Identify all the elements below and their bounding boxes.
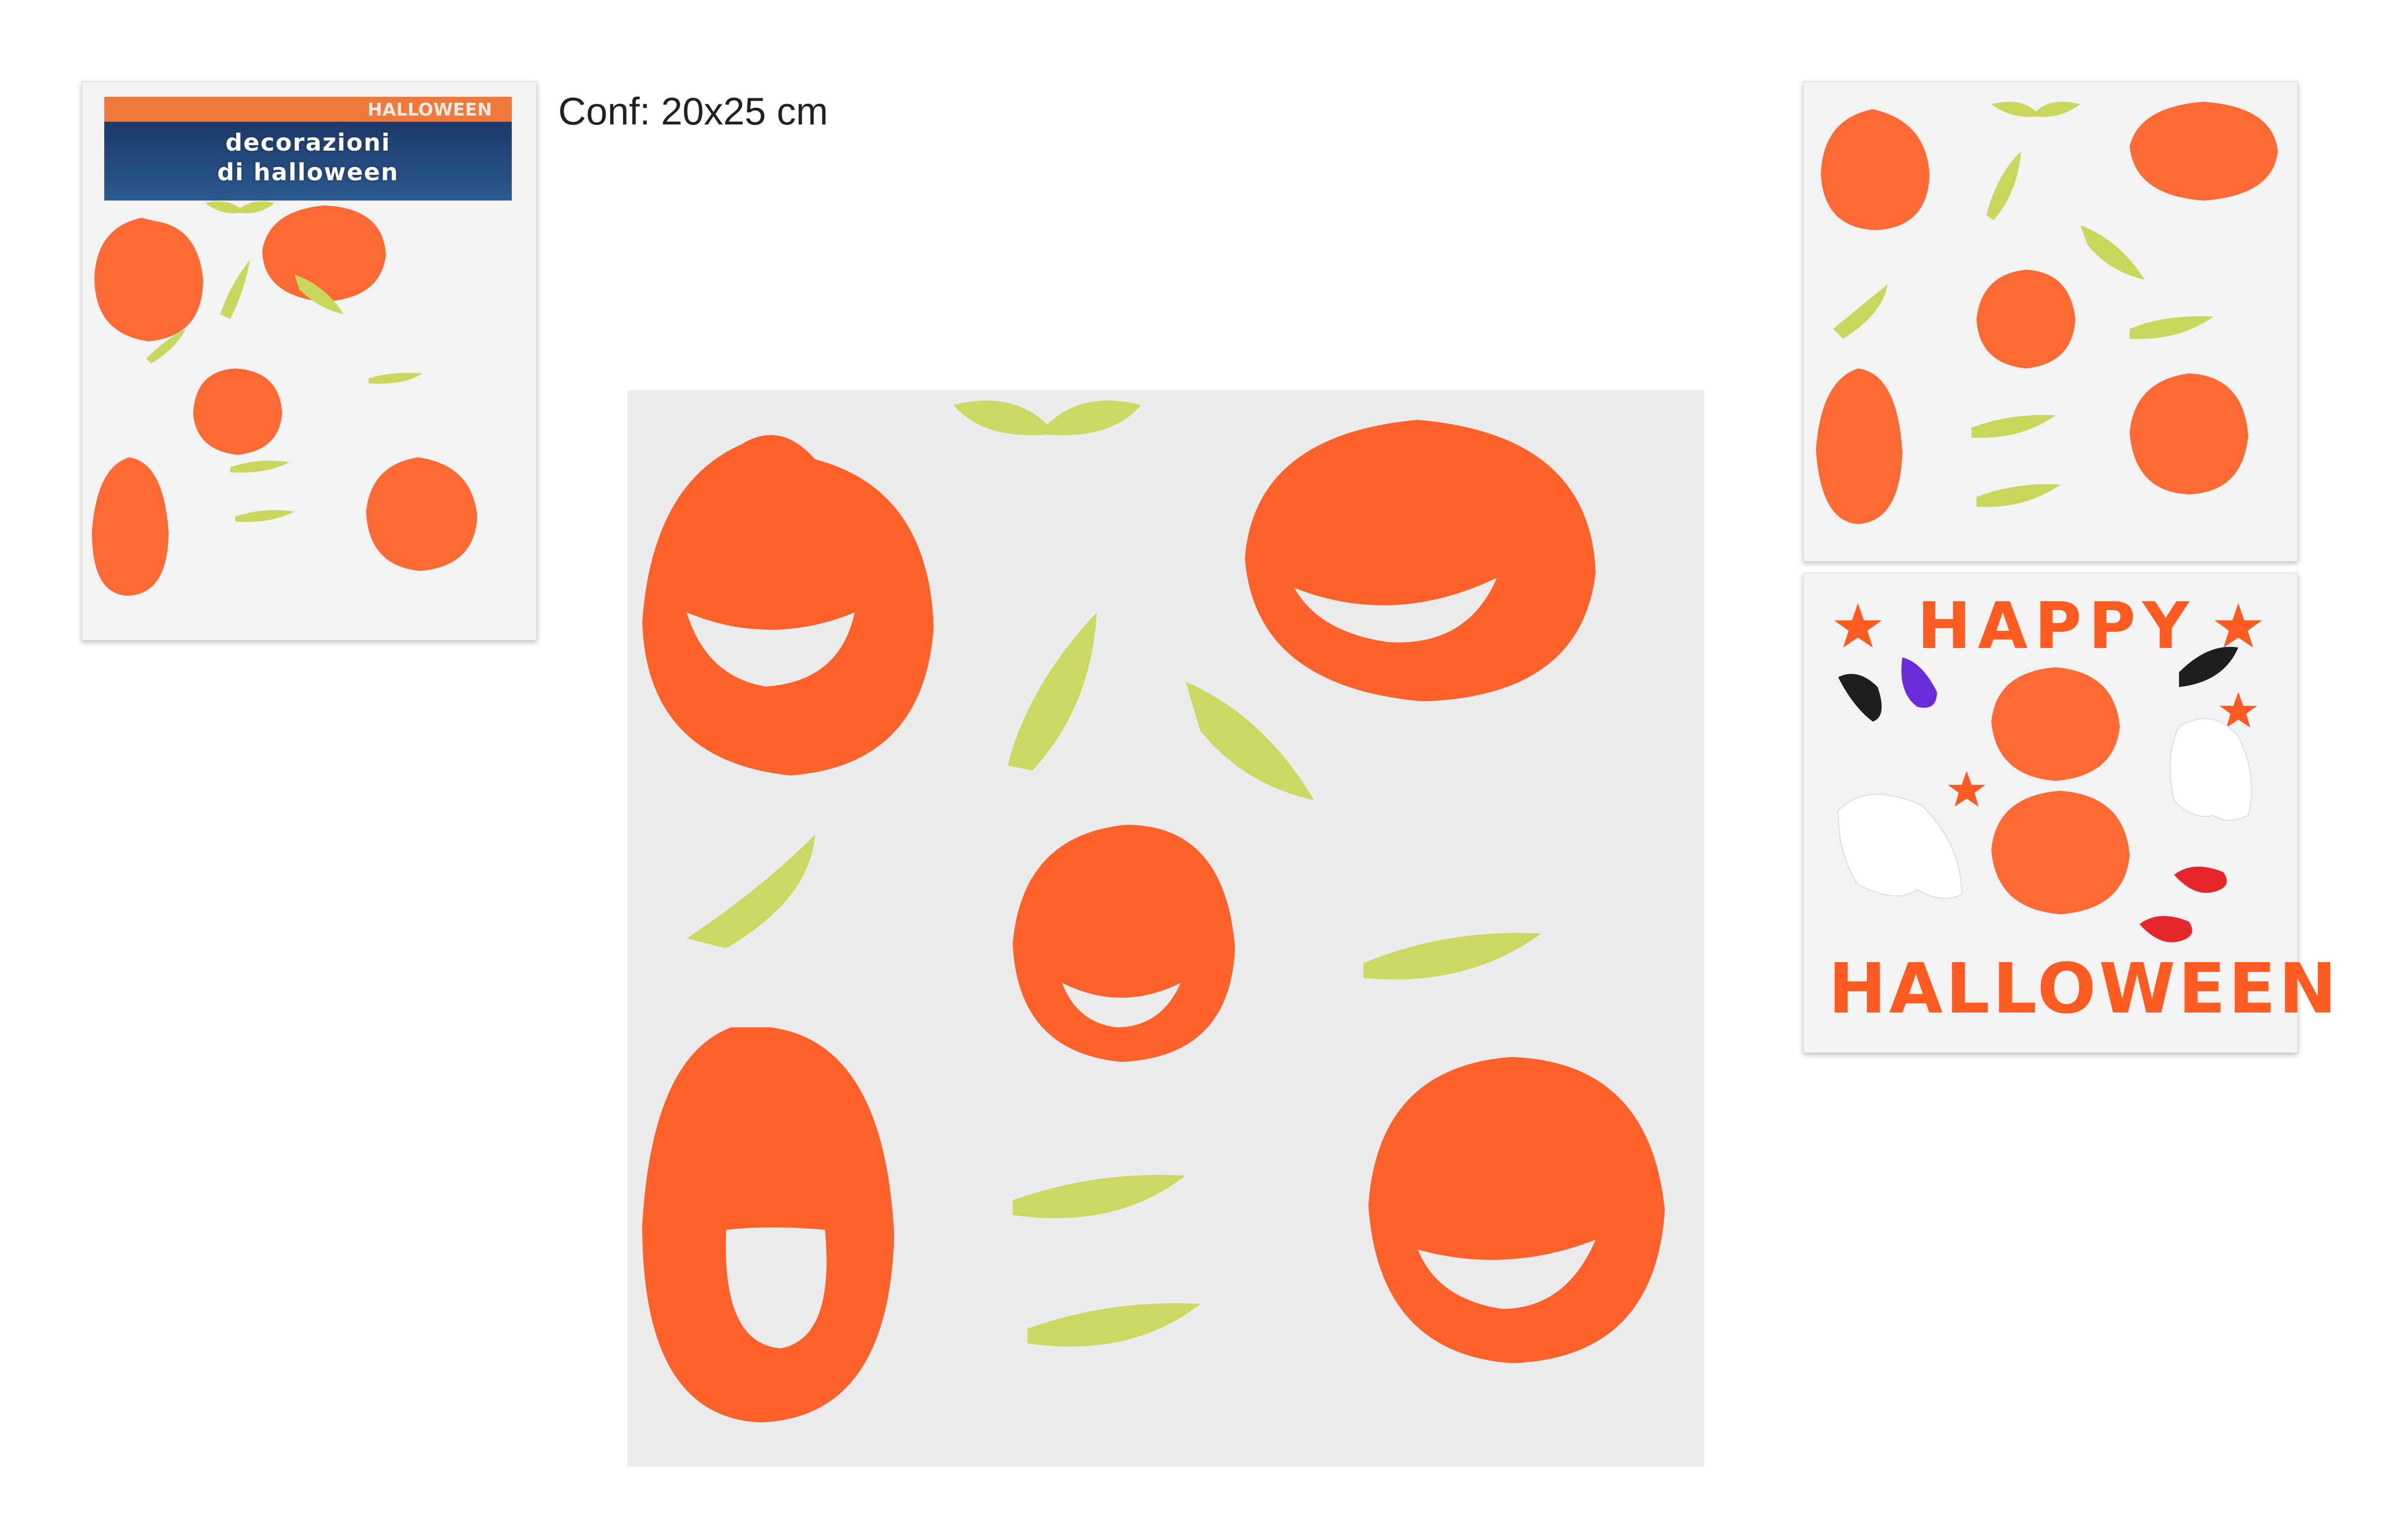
bat-icon (1976, 484, 2060, 507)
ghost-icon (1837, 794, 1963, 899)
candy-icon (1901, 657, 1937, 708)
star-icon (2220, 692, 2257, 728)
package-thumbnail: HALLOWEEN decorazioni di halloween (82, 81, 537, 641)
pumpkin-icon (1368, 1057, 1665, 1363)
star-icon (1834, 603, 1882, 648)
bat-icon (2080, 225, 2144, 280)
bat-icon (1986, 151, 2021, 220)
pumpkin-icon (2130, 102, 2278, 201)
pumpkin-icon (1991, 667, 2120, 781)
pumpkin-icon (1976, 270, 2075, 368)
pumpkin-icon (193, 368, 282, 455)
candy-icon (2174, 866, 2227, 893)
bat-icon (206, 201, 275, 213)
bat-icon (2130, 316, 2214, 339)
bat-icon (1833, 284, 1888, 339)
pumpkin-icon (262, 205, 386, 302)
pumpkin-icon (92, 457, 168, 596)
bat-icon (235, 510, 294, 522)
ghost-icon (2170, 718, 2252, 821)
bat-icon (1972, 415, 2056, 438)
pumpkin-icon (366, 457, 477, 571)
bat-icon (1838, 674, 1882, 722)
variant-pumpkins-thumbnail (1803, 81, 2298, 562)
variant-pumpkins-stickers (1816, 102, 2278, 524)
pumpkin-icon (1245, 420, 1596, 701)
pumpkin-icon (1816, 368, 1902, 524)
pumpkin-icon (2130, 373, 2248, 494)
variant-happy-halloween-thumbnail: HAPPY HALLOWEEN (1803, 573, 2337, 1053)
star-icon (2215, 603, 2262, 648)
package-stickers (92, 201, 477, 596)
pumpkin-icon (642, 1027, 894, 1422)
pumpkin-icon (94, 218, 203, 341)
pumpkin-icon (1821, 109, 1930, 230)
bat-icon (1991, 102, 2080, 117)
bat-icon (220, 260, 250, 319)
star-icon (1948, 771, 1985, 807)
bat-icon (369, 372, 423, 384)
main-product-sheet (627, 390, 1704, 1467)
variant-happy-stickers (1834, 603, 2262, 942)
pumpkin-icon (1991, 791, 2130, 914)
bat-icon (230, 460, 289, 473)
candy-icon (2139, 916, 2192, 942)
size-label: Conf: 20x25 cm (558, 89, 828, 133)
main-stickers (627, 390, 1704, 1467)
bat-icon (2179, 647, 2238, 687)
